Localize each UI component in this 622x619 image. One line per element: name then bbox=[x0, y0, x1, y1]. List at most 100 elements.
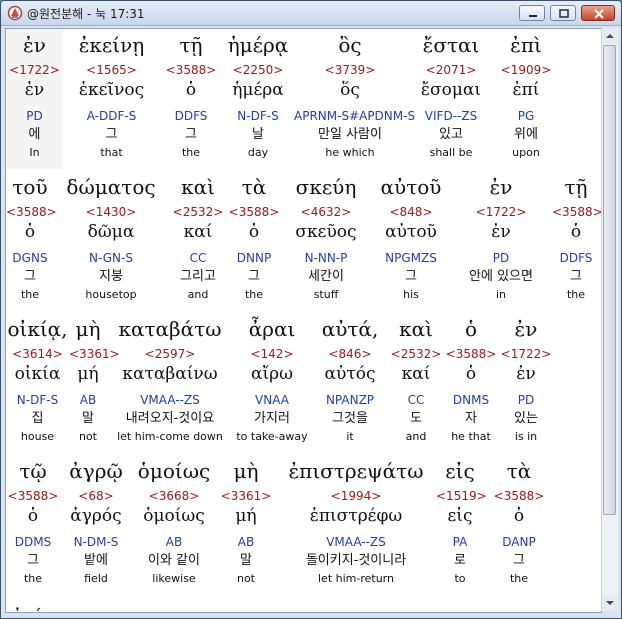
greek-word: ὁμοίως bbox=[137, 459, 211, 483]
english-gloss: is in bbox=[514, 430, 538, 443]
verse-row: τῷ <3588> ὁ DDMS 그 the ἀγρῷ <68> ἀγρός N-DM-S 밭에 fi… bbox=[6, 455, 601, 595]
close-button[interactable] bbox=[581, 5, 615, 21]
scroll-thumb[interactable] bbox=[603, 45, 616, 515]
vertical-scrollbar[interactable] bbox=[601, 28, 618, 611]
word-column[interactable]: τῷ <3588> ὁ DDMS 그 the bbox=[6, 455, 60, 595]
word-column[interactable]: τῇ <3588> ὁ DDFS 그 the bbox=[160, 29, 222, 169]
greek-word: ὃς bbox=[338, 33, 362, 57]
word-column[interactable]: καταβάτω <2597> καταβαίνω VMAA--ZS 내려오지-것이요 l… bbox=[107, 313, 233, 453]
word-column[interactable]: οἰκίᾳ, <3614> οἰκία N-DF-S 집 house bbox=[6, 313, 69, 453]
word-column[interactable]: ὁ <3588> ὁ DNMS 자 he that bbox=[443, 313, 499, 453]
english-gloss: to bbox=[454, 572, 466, 585]
korean-gloss: 그 bbox=[248, 269, 260, 284]
word-column[interactable]: μὴ <3361> μή AB 말 not bbox=[216, 455, 276, 595]
window-title: @원전분해 - 눅 17:31 bbox=[27, 7, 145, 21]
lemma-word: ἐπιστρέφω bbox=[309, 506, 403, 526]
word-column[interactable]: εἰς <1519> εἰς PA 로 to bbox=[436, 455, 487, 595]
lemma-word: αἴρω bbox=[250, 364, 293, 384]
word-column[interactable]: ἐν <1722> ἐν PD 안에 있으면 in bbox=[450, 171, 552, 311]
english-gloss: that bbox=[100, 146, 123, 159]
strongs-number: <848> bbox=[389, 205, 433, 219]
lemma-word: ὁ bbox=[570, 222, 582, 242]
word-column[interactable]: ἡμέρᾳ <2250> ἡμέρα N-DF-S 날 day bbox=[222, 29, 294, 169]
english-gloss: and bbox=[405, 430, 427, 443]
word-column[interactable]: τῇ <3588> ὁ DDFS 그 the bbox=[552, 171, 601, 311]
english-gloss: not bbox=[236, 572, 255, 585]
strongs-number: <1722> bbox=[9, 63, 60, 77]
word-column[interactable]: τοῦ <3588> ὁ DGNS 그 the bbox=[6, 171, 57, 311]
word-column[interactable]: ἐν <1722> ἐν PD 에 In bbox=[6, 29, 63, 169]
korean-gloss: 말 bbox=[240, 553, 252, 568]
greek-word: ὁ bbox=[464, 317, 478, 341]
parsing-code: AB bbox=[79, 393, 97, 407]
korean-gloss: 그 bbox=[24, 269, 36, 284]
greek-word: τὰ bbox=[241, 175, 267, 199]
word-column[interactable]: σκεύη <4632> σκεῦος N-NN-P 세간이 stuff bbox=[280, 171, 372, 311]
title-bar[interactable]: @원전분해 - 눅 17:31 bbox=[1, 1, 621, 26]
greek-word: μὴ bbox=[75, 317, 101, 341]
word-column[interactable]: ὁμοίως <3668> ὁμοίως AB 이와 같이 likewise bbox=[132, 455, 216, 595]
strongs-number: <1430> bbox=[85, 205, 137, 219]
lemma-word: καί bbox=[183, 222, 213, 242]
interlinear-panel[interactable]: ἐν <1722> ἐν PD 에 In ἐκείνῃ <1565> ἐκεῖνος A-DDF-… bbox=[5, 28, 602, 613]
korean-gloss: 그 bbox=[405, 269, 417, 284]
scroll-up-button[interactable] bbox=[602, 28, 618, 44]
korean-gloss: 자 bbox=[465, 411, 477, 426]
lemma-word: ὁ bbox=[513, 506, 525, 526]
english-gloss: day bbox=[247, 146, 269, 159]
english-gloss: his bbox=[403, 288, 419, 301]
app-icon bbox=[7, 5, 23, 21]
strongs-number: <3614> bbox=[12, 347, 63, 361]
strongs-number: <3668> bbox=[148, 489, 200, 503]
greek-word: ἐπιστρεψάτω bbox=[288, 459, 424, 483]
lemma-word: ἐπί bbox=[512, 80, 540, 100]
word-column[interactable]: καὶ <2532> καί CC 도 and bbox=[389, 313, 443, 453]
maximize-button[interactable] bbox=[550, 5, 576, 21]
verse-row: τοῦ <3588> ὁ DGNS 그 the δώματος <1430> δῶμα N-GN-… bbox=[6, 171, 601, 311]
korean-gloss: 밭에 bbox=[84, 553, 108, 568]
minimize-button[interactable] bbox=[519, 5, 545, 21]
greek-word: ἀγρῷ bbox=[69, 459, 123, 483]
word-column[interactable]: τὰ <3588> ὁ DANP 그 the bbox=[484, 455, 554, 595]
english-gloss: he which bbox=[325, 146, 375, 159]
word-column[interactable]: ἀγρῷ <68> ἀγρός N-DM-S 밭에 field bbox=[60, 455, 132, 595]
word-column[interactable]: καὶ <2532> καί CC 그리고 and bbox=[168, 171, 228, 311]
word-column[interactable]: δώματος <1430> δῶμα N-GN-S 지붕 housetop bbox=[54, 171, 168, 311]
word-column[interactable]: ἔσται <2071> ἔσομαι VIFD--ZS 있고 shall be bbox=[406, 29, 496, 169]
greek-word: ἔσται bbox=[422, 33, 480, 57]
lemma-word: ἡμέρα bbox=[232, 80, 284, 100]
lemma-word: ὅς bbox=[340, 80, 360, 100]
word-column[interactable]: αὐτοῦ <848> αὐτοῦ NPGMZS 그 his bbox=[372, 171, 450, 311]
word-column[interactable]: ἐν <1722> ἐν PD 있는 is in bbox=[499, 313, 553, 453]
word-column[interactable]: ὃς <3739> ὅς APRNM-S#APDNM-S 만일 사람이 he which bbox=[294, 29, 415, 169]
parsing-code: DNMS bbox=[452, 393, 490, 407]
parsing-code: DDMS bbox=[14, 535, 52, 549]
maximize-icon bbox=[559, 9, 569, 18]
parsing-code: PG bbox=[517, 109, 535, 123]
korean-gloss: 그 bbox=[185, 127, 197, 142]
korean-gloss: 있고 bbox=[439, 127, 463, 142]
parsing-code: PD bbox=[517, 393, 535, 407]
parsing-code: VNAA bbox=[255, 393, 289, 407]
english-gloss: the bbox=[244, 288, 264, 301]
greek-word: αὐτά, bbox=[321, 317, 379, 341]
greek-word: τοῦ bbox=[12, 175, 48, 199]
word-column[interactable]: αὐτά, <846> αὐτός NPANZP 그것을 it bbox=[311, 313, 389, 453]
english-gloss: the bbox=[20, 288, 40, 301]
strongs-number: <68> bbox=[78, 489, 114, 503]
korean-gloss: 에 bbox=[28, 127, 41, 142]
word-column[interactable]: τὰ <3588> ὁ DNNP 그 the bbox=[228, 171, 280, 311]
korean-gloss: 그 bbox=[570, 269, 582, 284]
word-column[interactable]: ἐπὶ <1909> ἐπί PG 위에 upon bbox=[496, 29, 556, 169]
parsing-code: NPGMZS bbox=[385, 251, 437, 265]
word-column[interactable]: ἆραι <142> αἴρω VNAA 가지러 to take-away bbox=[233, 313, 311, 453]
word-column[interactable]: ἐπιστρεψάτω <1994> ἐπιστρέφω VMAA--ZS 돌이키지-것… bbox=[276, 455, 436, 595]
lemma-word: ἔσομαι bbox=[420, 80, 482, 100]
korean-gloss: 로 bbox=[454, 553, 466, 568]
scroll-down-button[interactable] bbox=[602, 595, 618, 611]
word-column[interactable]: ἐκείνῃ <1565> ἐκεῖνος A-DDF-S 그 that bbox=[63, 29, 160, 169]
word-column[interactable]: μὴ <3361> μή AB 말 not bbox=[69, 313, 120, 453]
strongs-number: <2597> bbox=[144, 347, 196, 361]
lemma-word: ὁ bbox=[27, 506, 39, 526]
english-gloss: field bbox=[84, 572, 108, 585]
